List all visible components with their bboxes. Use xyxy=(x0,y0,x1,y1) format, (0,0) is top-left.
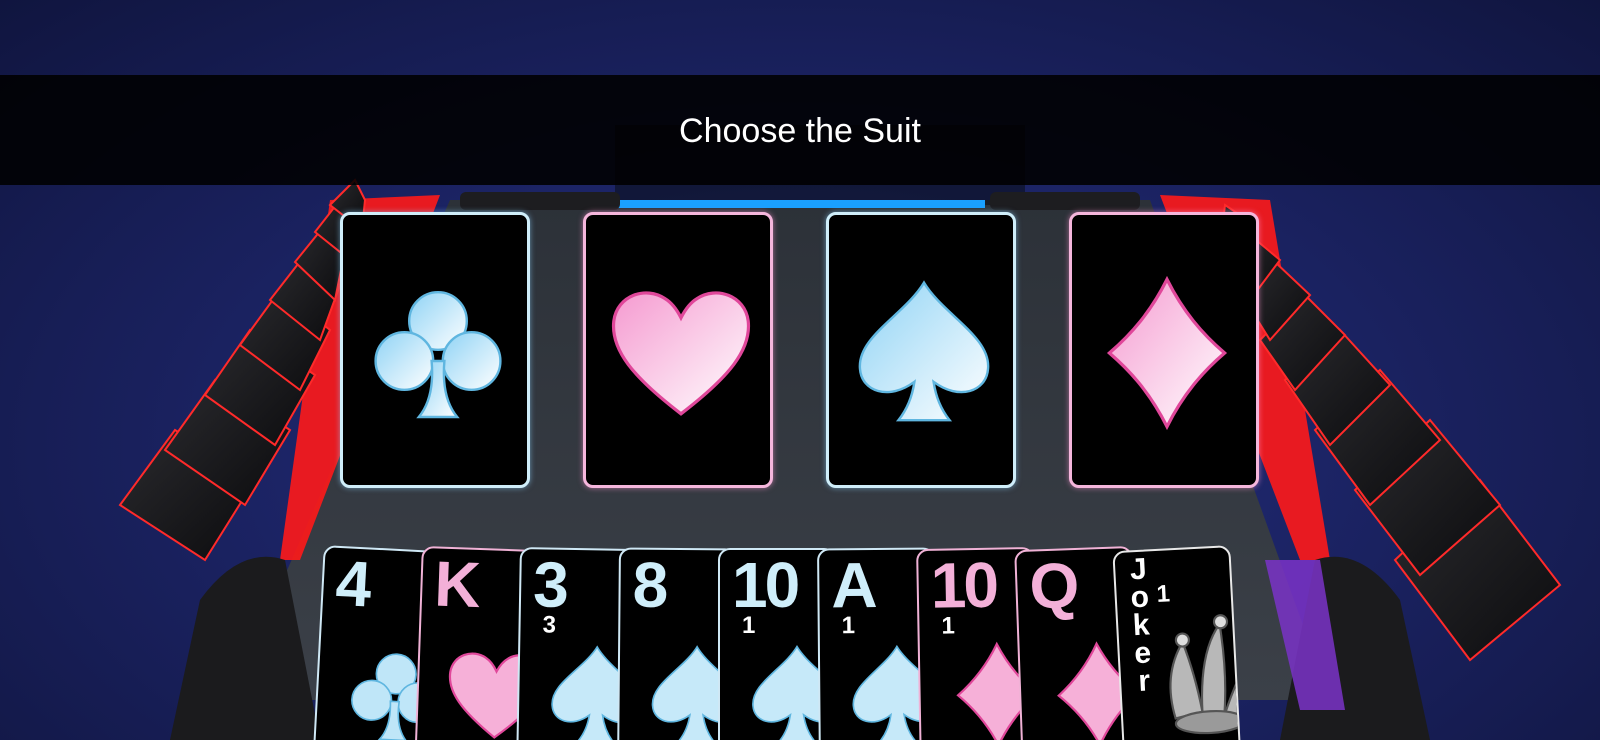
card-count: 1 xyxy=(1155,580,1171,608)
choose-clubs-card[interactable] xyxy=(340,212,530,488)
card-rank: 10 xyxy=(732,549,800,621)
choose-spades-card[interactable] xyxy=(826,212,1016,488)
spade-icon xyxy=(858,280,990,422)
banner-title: Choose the Suit xyxy=(679,112,921,150)
club-icon xyxy=(374,291,502,419)
card-rank: 4 xyxy=(333,546,371,621)
card-rank: Q xyxy=(1028,549,1078,623)
card-count: 1 xyxy=(742,612,756,639)
card-count: 3 xyxy=(542,611,557,639)
card-rank: 3 xyxy=(532,548,567,621)
card-count: 1 xyxy=(941,612,956,640)
jester-hat-icon xyxy=(1169,614,1242,735)
choose-hearts-card[interactable] xyxy=(583,212,773,488)
game-scene: Choose the Suit 4 K 3 3 8 10 1 A 1 10 1 … xyxy=(0,0,1600,740)
hand-card-joker[interactable]: Joker 1 xyxy=(1112,545,1242,740)
card-rank: 8 xyxy=(632,548,666,621)
card-rank: 10 xyxy=(930,548,997,622)
card-rank: A xyxy=(831,549,875,622)
choose-diamonds-card[interactable] xyxy=(1069,212,1259,488)
heart-icon xyxy=(611,291,751,416)
card-rank: K xyxy=(433,547,480,621)
card-count: 1 xyxy=(841,612,856,640)
diamond-icon xyxy=(1106,275,1228,431)
